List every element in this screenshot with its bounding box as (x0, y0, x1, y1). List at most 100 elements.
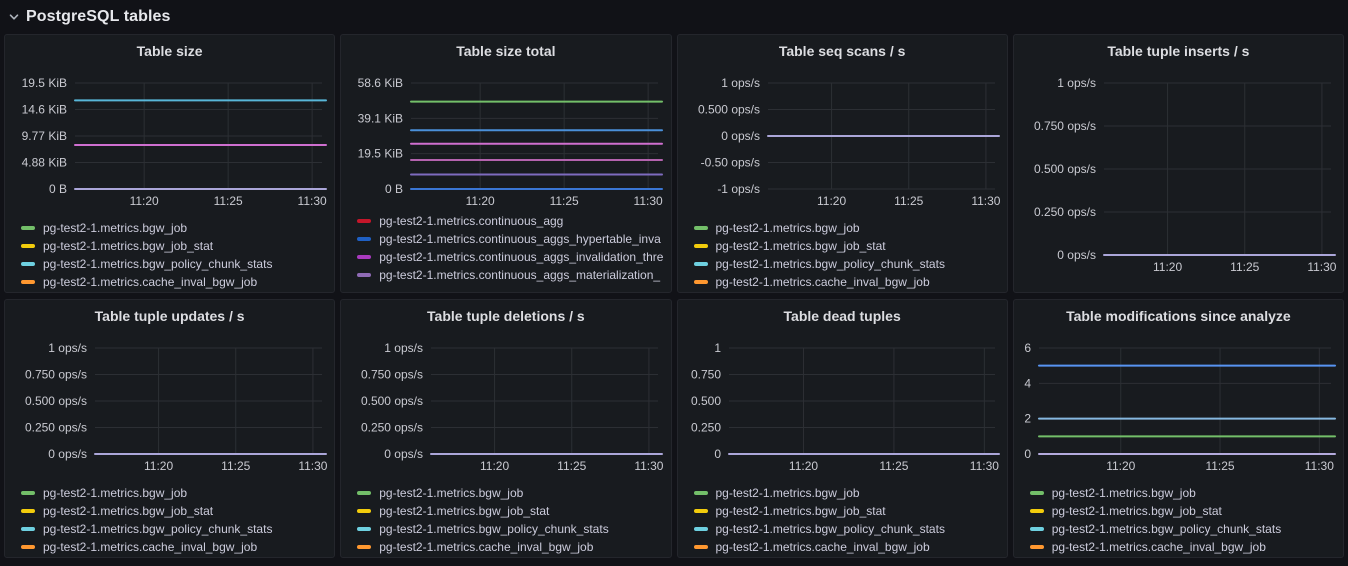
legend-label: pg-test2-1.metrics.continuous_aggs_hyper… (379, 230, 661, 248)
y-tick-label: 19.5 KiB (22, 76, 67, 90)
legend-item[interactable]: pg-test2-1.metrics.cache_inval_bgw_job (1030, 538, 1343, 556)
chart-area[interactable]: 11:2011:2511:301 ops/s0.750 ops/s0.500 o… (1014, 65, 1343, 282)
y-tick-label: 4.88 KiB (22, 156, 67, 170)
x-tick-label: 11:25 (1230, 260, 1259, 274)
y-tick-label: 0.250 ops/s (361, 421, 423, 435)
legend-item[interactable]: pg-test2-1.metrics.bgw_job_stat (21, 502, 334, 520)
legend-item[interactable]: pg-test2-1.metrics.bgw_job (694, 484, 1007, 502)
panel-table-dead-tuples: Table dead tuples11:2011:2511:3010.7500.… (677, 299, 1008, 558)
legend-item[interactable]: pg-test2-1.metrics.bgw_job (357, 484, 670, 502)
legend-item[interactable]: pg-test2-1.metrics.cache_inval_bgw_job (694, 538, 1007, 556)
x-tick-label: 11:20 (144, 459, 173, 473)
chart-table-modifications-since-analyze[interactable]: 11:2011:2511:306420 (1016, 330, 1341, 476)
chart-area[interactable]: 11:2011:2511:3019.5 KiB14.6 KiB9.77 KiB4… (5, 65, 334, 216)
legend: pg-test2-1.metrics.bgw_jobpg-test2-1.met… (678, 484, 1007, 557)
y-tick-label: 0 ops/s (1057, 248, 1096, 262)
legend-item[interactable]: pg-test2-1.metrics.bgw_policy_chunk_stat… (694, 520, 1007, 538)
legend-item[interactable]: pg-test2-1.metrics.bgw_job_stat (21, 237, 334, 255)
x-tick-label: 11:30 (298, 194, 327, 208)
chart-table-seq-scans[interactable]: 11:2011:2511:301 ops/s0.500 ops/s0 ops/s… (680, 65, 1005, 211)
x-tick-label: 11:20 (1106, 459, 1135, 473)
legend-swatch-icon (694, 226, 708, 230)
legend-label: pg-test2-1.metrics.bgw_policy_chunk_stat… (43, 255, 272, 273)
y-tick-label: 0.750 ops/s (1034, 119, 1096, 133)
y-tick-label: 0 B (385, 182, 403, 196)
panel-title[interactable]: Table tuple deletions / s (341, 300, 670, 330)
y-tick-label: 0.750 (690, 368, 720, 382)
y-tick-label: 0.500 ops/s (1034, 162, 1096, 176)
legend-item[interactable]: pg-test2-1.metrics.continuous_aggs_hyper… (357, 230, 670, 248)
x-tick-label: 11:25 (557, 459, 586, 473)
x-tick-label: 11:25 (1205, 459, 1234, 473)
legend-item[interactable]: pg-test2-1.metrics.continuous_aggs_mater… (357, 266, 670, 284)
y-tick-label: 1 ops/s (48, 341, 87, 355)
legend-swatch-icon (21, 491, 35, 495)
panel-title[interactable]: Table tuple inserts / s (1014, 35, 1343, 65)
chart-area[interactable]: 11:2011:2511:301 ops/s0.750 ops/s0.500 o… (5, 330, 334, 481)
legend-item[interactable]: pg-test2-1.metrics.bgw_policy_chunk_stat… (21, 520, 334, 538)
legend-swatch-icon (21, 262, 35, 266)
legend-label: pg-test2-1.metrics.continuous_aggs_mater… (379, 266, 660, 284)
legend-label: pg-test2-1.metrics.bgw_policy_chunk_stat… (43, 520, 272, 538)
legend-swatch-icon (357, 255, 371, 259)
panel-table-tuple-inserts: Table tuple inserts / s11:2011:2511:301 … (1013, 34, 1344, 293)
panel-title[interactable]: Table tuple updates / s (5, 300, 334, 330)
legend-label: pg-test2-1.metrics.bgw_job_stat (1052, 502, 1222, 520)
legend-label: pg-test2-1.metrics.cache_inval_bgw_job (716, 273, 930, 291)
panel-title[interactable]: Table size (5, 35, 334, 65)
x-tick-label: 11:30 (1304, 459, 1333, 473)
chart-table-dead-tuples[interactable]: 11:2011:2511:3010.7500.5000.2500 (680, 330, 1005, 476)
legend-item[interactable]: pg-test2-1.metrics.cache_inval_bgw_job (357, 538, 670, 556)
legend-item[interactable]: pg-test2-1.metrics.bgw_job_stat (1030, 502, 1343, 520)
chart-area[interactable]: 11:2011:2511:301 ops/s0.750 ops/s0.500 o… (341, 330, 670, 481)
legend-item[interactable]: pg-test2-1.metrics.bgw_job_stat (694, 237, 1007, 255)
legend-swatch-icon (694, 244, 708, 248)
legend-item[interactable]: pg-test2-1.metrics.continuous_aggs_inval… (357, 248, 670, 266)
legend-label: pg-test2-1.metrics.cache_inval_bgw_job (379, 538, 593, 556)
x-tick-label: 11:30 (1307, 260, 1336, 274)
legend-item[interactable]: pg-test2-1.metrics.cache_inval_bgw_job (21, 538, 334, 556)
x-tick-label: 11:30 (635, 459, 664, 473)
chart-table-tuple-inserts[interactable]: 11:2011:2511:301 ops/s0.750 ops/s0.500 o… (1016, 65, 1341, 277)
panel-title[interactable]: Table seq scans / s (678, 35, 1007, 65)
chart-table-tuple-updates[interactable]: 11:2011:2511:301 ops/s0.750 ops/s0.500 o… (7, 330, 332, 476)
legend-item[interactable]: pg-test2-1.metrics.bgw_policy_chunk_stat… (357, 520, 670, 538)
chart-table-size[interactable]: 11:2011:2511:3019.5 KiB14.6 KiB9.77 KiB4… (7, 65, 332, 211)
chart-area[interactable]: 11:2011:2511:3058.6 KiB39.1 KiB19.5 KiB0… (341, 65, 670, 216)
panel-title[interactable]: Table dead tuples (678, 300, 1007, 330)
legend-item[interactable]: pg-test2-1.metrics.cache_inval_bgw_job (21, 273, 334, 291)
panel-table-tuple-updates: Table tuple updates / s11:2011:2511:301 … (4, 299, 335, 558)
legend-item[interactable]: pg-test2-1.metrics.bgw_policy_chunk_stat… (1030, 520, 1343, 538)
chart-area[interactable]: 11:2011:2511:3010.7500.5000.2500 (678, 330, 1007, 481)
y-tick-label: 0 ops/s (385, 447, 424, 461)
legend-item[interactable]: pg-test2-1.metrics.bgw_job_stat (357, 502, 670, 520)
legend-item[interactable]: pg-test2-1.metrics.bgw_policy_chunk_stat… (21, 255, 334, 273)
x-tick-label: 11:30 (971, 194, 1000, 208)
legend-swatch-icon (694, 527, 708, 531)
chart-area[interactable]: 11:2011:2511:306420 (1014, 330, 1343, 481)
chart-table-tuple-deletions[interactable]: 11:2011:2511:301 ops/s0.750 ops/s0.500 o… (343, 330, 668, 476)
legend-label: pg-test2-1.metrics.cache_inval_bgw_job (43, 273, 257, 291)
legend-item[interactable]: pg-test2-1.metrics.continuous_agg (357, 212, 670, 230)
legend-label: pg-test2-1.metrics.cache_inval_bgw_job (43, 538, 257, 556)
chart-table-size-total[interactable]: 11:2011:2511:3058.6 KiB39.1 KiB19.5 KiB0… (343, 65, 668, 211)
y-tick-label: 2 (1024, 412, 1031, 426)
legend-item[interactable]: pg-test2-1.metrics.bgw_job (1030, 484, 1343, 502)
y-tick-label: 0.250 ops/s (25, 421, 87, 435)
legend-label: pg-test2-1.metrics.bgw_job (379, 484, 523, 502)
legend-swatch-icon (357, 219, 371, 223)
legend-label: pg-test2-1.metrics.bgw_policy_chunk_stat… (1052, 520, 1281, 538)
panel-title[interactable]: Table modifications since analyze (1014, 300, 1343, 330)
legend-swatch-icon (357, 509, 371, 513)
legend-item[interactable]: pg-test2-1.metrics.bgw_job (21, 219, 334, 237)
legend-item[interactable]: pg-test2-1.metrics.cache_inval_bgw_job (694, 273, 1007, 291)
legend-item[interactable]: pg-test2-1.metrics.bgw_policy_chunk_stat… (694, 255, 1007, 273)
row-header[interactable]: PostgreSQL tables (0, 0, 1348, 32)
y-tick-label: -1 ops/s (717, 182, 760, 196)
legend-item[interactable]: pg-test2-1.metrics.bgw_job_stat (694, 502, 1007, 520)
chart-area[interactable]: 11:2011:2511:301 ops/s0.500 ops/s0 ops/s… (678, 65, 1007, 216)
legend-item[interactable]: pg-test2-1.metrics.bgw_job (694, 219, 1007, 237)
panel-title[interactable]: Table size total (341, 35, 670, 65)
legend-item[interactable]: pg-test2-1.metrics.bgw_job (21, 484, 334, 502)
legend-label: pg-test2-1.metrics.bgw_job_stat (43, 237, 213, 255)
